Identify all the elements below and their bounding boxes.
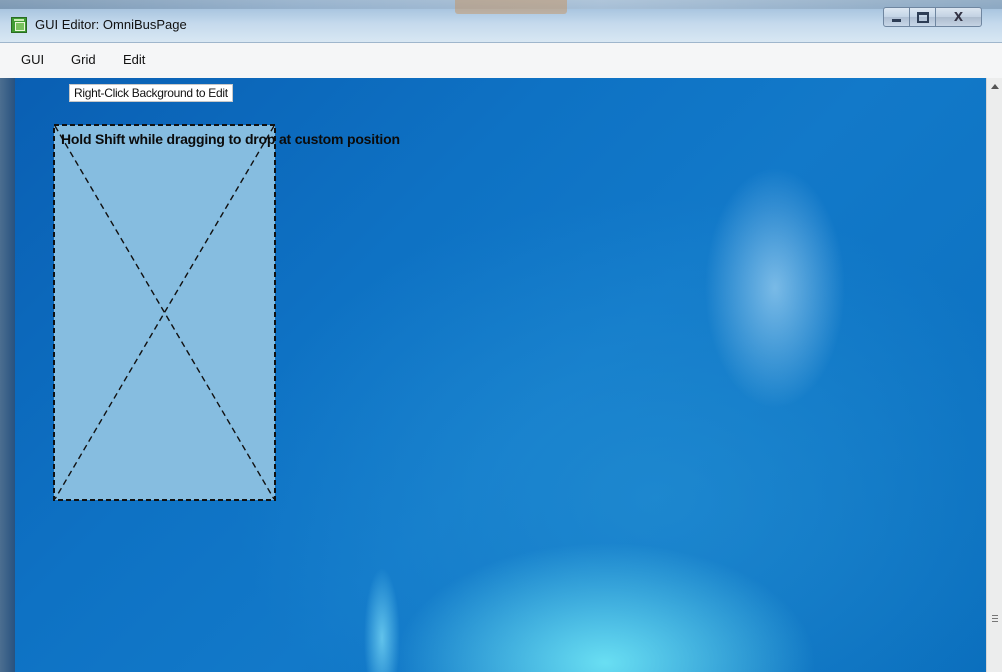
window-left-edge bbox=[0, 78, 15, 672]
window-title: GUI Editor: OmniBusPage bbox=[35, 17, 187, 32]
app-icon[interactable] bbox=[11, 17, 27, 33]
close-icon: X bbox=[953, 10, 964, 24]
empty-placeholder-cross-icon bbox=[53, 124, 276, 501]
scroll-up-arrow-icon[interactable] bbox=[991, 84, 999, 89]
caption-buttons: X bbox=[883, 7, 998, 29]
minimize-icon bbox=[892, 19, 901, 22]
close-button[interactable]: X bbox=[935, 7, 982, 27]
minimize-button[interactable] bbox=[883, 7, 910, 27]
menu-gui[interactable]: GUI bbox=[21, 52, 44, 67]
right-click-hint-label: Right-Click Background to Edit bbox=[69, 84, 233, 102]
maximize-icon bbox=[916, 11, 929, 23]
background-window-tab bbox=[455, 0, 567, 14]
vertical-scrollbar[interactable] bbox=[986, 78, 1002, 672]
empty-component-placeholder[interactable] bbox=[53, 124, 276, 501]
title-bar[interactable]: GUI Editor: OmniBusPage X bbox=[0, 0, 1002, 43]
shift-drag-hint: Hold Shift while dragging to drop at cus… bbox=[61, 131, 400, 147]
menu-grid[interactable]: Grid bbox=[71, 52, 96, 67]
scroll-grip-icon bbox=[992, 615, 998, 622]
menu-edit[interactable]: Edit bbox=[123, 52, 145, 67]
menu-bar: GUI Grid Edit bbox=[0, 43, 1002, 79]
maximize-button[interactable] bbox=[909, 7, 936, 27]
